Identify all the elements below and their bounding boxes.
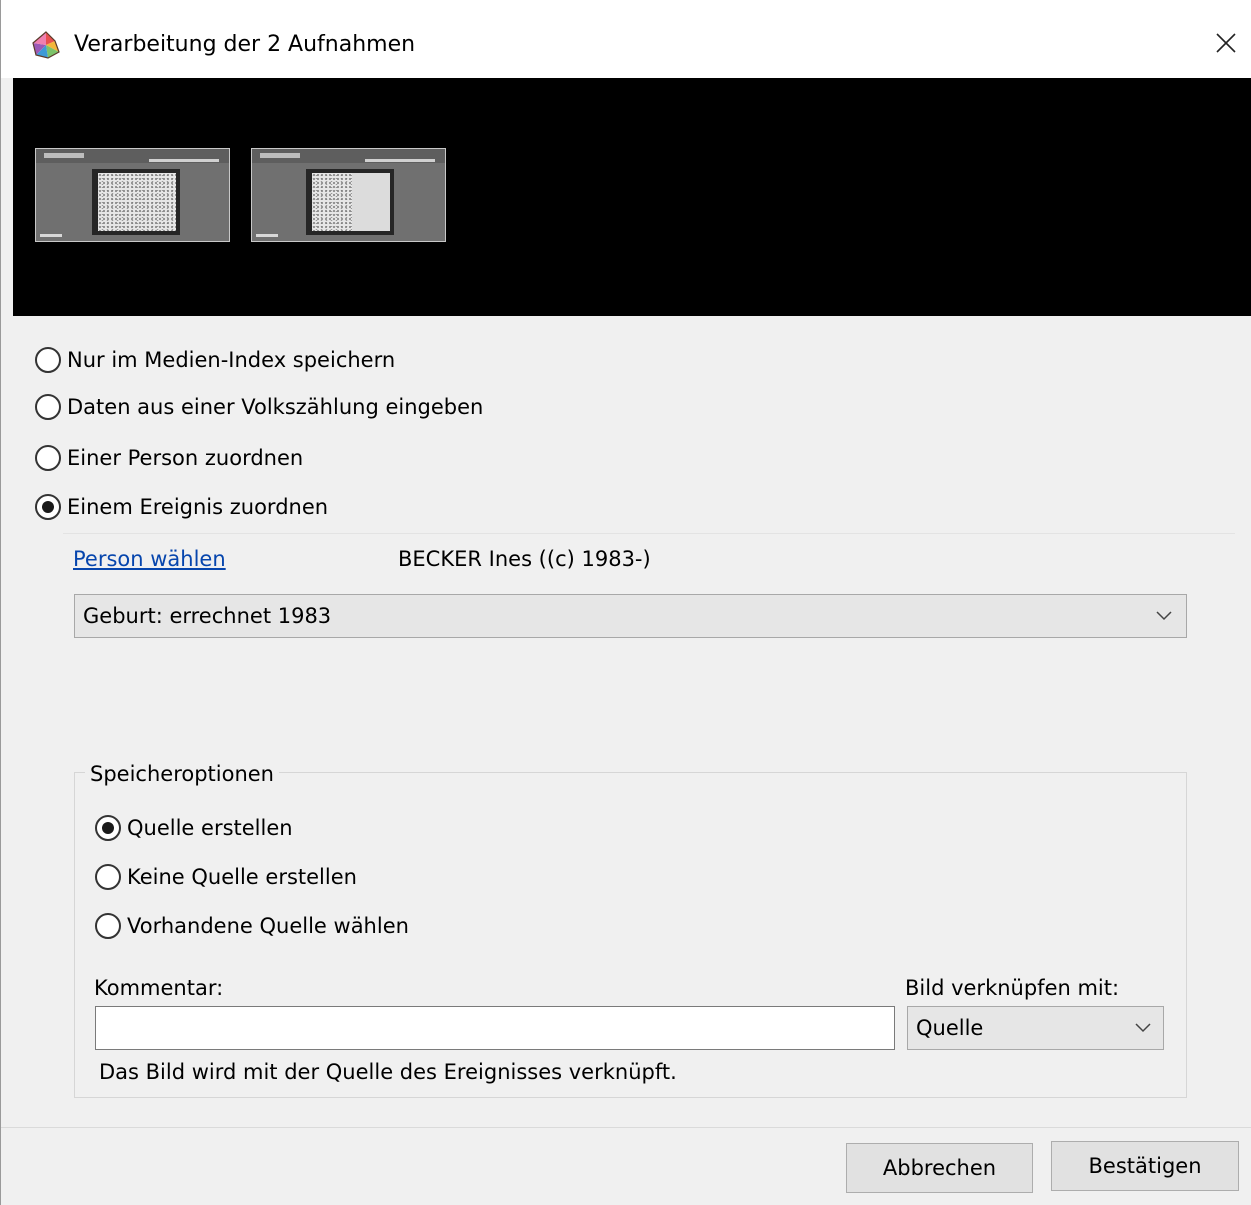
radio-button[interactable]: [35, 394, 61, 420]
radio-label: Keine Quelle erstellen: [127, 865, 357, 889]
close-button[interactable]: [1205, 22, 1249, 66]
title-bar: Verarbeitung der 2 Aufnahmen: [1, 0, 1251, 78]
radio-label: Daten aus einer Volkszählung eingeben: [67, 395, 484, 419]
chevron-down-icon: [1156, 611, 1172, 621]
link-hint-text: Das Bild wird mit der Quelle des Ereigni…: [99, 1060, 677, 1084]
confirm-button[interactable]: Bestätigen: [1051, 1141, 1239, 1191]
image-thumbnail[interactable]: [251, 148, 446, 242]
link-image-dropdown[interactable]: Quelle: [907, 1006, 1164, 1050]
separator: [63, 533, 1235, 534]
selected-person-name: BECKER Ines ((c) 1983-): [398, 547, 651, 571]
radio-label: Nur im Medien-Index speichern: [67, 348, 396, 372]
radio-button-selected[interactable]: [95, 815, 121, 841]
radio-existing-source[interactable]: Vorhandene Quelle wählen: [95, 911, 409, 941]
radio-create-source[interactable]: Quelle erstellen: [95, 813, 293, 843]
comment-label: Kommentar:: [94, 976, 224, 1000]
link-image-dropdown-value: Quelle: [916, 1016, 984, 1040]
radio-label: Quelle erstellen: [127, 816, 293, 840]
event-dropdown-value: Geburt: errechnet 1983: [83, 604, 332, 628]
radio-no-source[interactable]: Keine Quelle erstellen: [95, 862, 357, 892]
chevron-down-icon: [1135, 1023, 1151, 1033]
radio-media-index[interactable]: Nur im Medien-Index speichern: [35, 345, 395, 375]
link-image-label: Bild verknüpfen mit:: [905, 976, 1120, 1000]
radio-assign-event[interactable]: Einem Ereignis zuordnen: [35, 492, 328, 522]
app-logo-icon: [31, 30, 61, 60]
radio-button[interactable]: [95, 913, 121, 939]
save-options-title: Speicheroptionen: [85, 760, 279, 788]
dialog-window: Verarbeitung der 2 Aufnahmen Nur im Medi…: [0, 0, 1251, 1205]
cancel-button[interactable]: Abbrechen: [846, 1143, 1033, 1193]
event-dropdown[interactable]: Geburt: errechnet 1983: [74, 594, 1187, 638]
window-title: Verarbeitung der 2 Aufnahmen: [74, 32, 416, 57]
radio-button[interactable]: [35, 445, 61, 471]
thumbnail-strip: [13, 78, 1251, 316]
radio-label: Einem Ereignis zuordnen: [67, 495, 329, 519]
radio-button[interactable]: [95, 864, 121, 890]
radio-census-data[interactable]: Daten aus einer Volkszählung eingeben: [35, 392, 483, 422]
close-icon: [1216, 33, 1236, 53]
radio-label: Einer Person zuordnen: [67, 446, 304, 470]
image-thumbnail[interactable]: [35, 148, 230, 242]
radio-button-selected[interactable]: [35, 494, 61, 520]
radio-assign-person[interactable]: Einer Person zuordnen: [35, 443, 303, 473]
radio-label: Vorhandene Quelle wählen: [127, 914, 409, 938]
radio-button[interactable]: [35, 347, 61, 373]
comment-input[interactable]: [95, 1006, 895, 1050]
choose-person-link[interactable]: Person wählen: [73, 544, 226, 574]
